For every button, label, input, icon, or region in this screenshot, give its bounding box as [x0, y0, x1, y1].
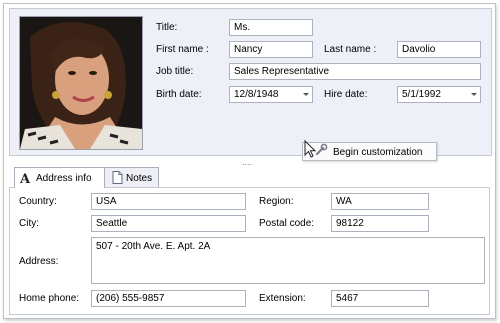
- first-name-label: First name :: [156, 44, 209, 55]
- hire-date-picker[interactable]: 5/1/1992: [397, 86, 481, 103]
- employee-form-window: Title: Ms. First name : Nancy Last name …: [3, 3, 496, 319]
- text-A-icon: A: [19, 171, 32, 187]
- svg-text:A: A: [20, 172, 31, 184]
- job-title-field[interactable]: Sales Representative: [229, 63, 481, 80]
- job-title-label: Job title:: [156, 66, 194, 77]
- country-label: Country:: [19, 196, 57, 207]
- postal-code-label: Postal code:: [259, 218, 315, 229]
- hire-date-value: 5/1/1992: [402, 89, 441, 100]
- begin-customization-menu-item[interactable]: Begin customization: [302, 139, 437, 164]
- chevron-down-icon[interactable]: [471, 93, 477, 96]
- tab-notes-label: Notes: [126, 173, 153, 184]
- address-info-panel: Country: USA Region: WA City: Seattle Po…: [9, 187, 490, 315]
- region-label: Region:: [259, 196, 294, 207]
- hire-date-label: Hire date:: [324, 89, 368, 100]
- title-field[interactable]: Ms.: [229, 19, 313, 36]
- birth-date-label: Birth date:: [156, 89, 202, 100]
- home-phone-label: Home phone:: [19, 293, 80, 304]
- country-field[interactable]: USA: [91, 193, 246, 210]
- employee-header-panel: Title: Ms. First name : Nancy Last name …: [9, 8, 492, 156]
- chevron-down-icon[interactable]: [303, 93, 309, 96]
- region-field[interactable]: WA: [331, 193, 429, 210]
- employee-photo: [19, 16, 143, 150]
- city-field[interactable]: Seattle: [91, 215, 246, 232]
- cursor-wrench-icon: [303, 139, 329, 164]
- tab-address-info-label: Address info: [36, 173, 92, 184]
- last-name-label: Last name :: [324, 44, 377, 55]
- birth-date-picker[interactable]: 12/8/1948: [229, 86, 313, 103]
- splitter-grip[interactable]: ....: [242, 157, 252, 167]
- title-label: Title:: [156, 22, 178, 33]
- address-label: Address:: [19, 256, 59, 267]
- city-label: City:: [19, 218, 39, 229]
- tab-notes[interactable]: Notes: [104, 167, 159, 187]
- last-name-field[interactable]: Davolio: [397, 41, 481, 58]
- tab-address-info[interactable]: A Address info: [14, 167, 105, 188]
- address-textarea[interactable]: 507 - 20th Ave. E. Apt. 2A: [91, 237, 485, 284]
- home-phone-field[interactable]: (206) 555-9857: [91, 290, 246, 307]
- extension-field[interactable]: 5467: [331, 290, 429, 307]
- first-name-field[interactable]: Nancy: [229, 41, 313, 58]
- begin-customization-label: Begin customization: [333, 147, 423, 158]
- birth-date-value: 12/8/1948: [234, 89, 279, 100]
- document-icon: [112, 171, 123, 187]
- extension-label: Extension:: [259, 293, 306, 304]
- postal-code-field[interactable]: 98122: [331, 215, 429, 232]
